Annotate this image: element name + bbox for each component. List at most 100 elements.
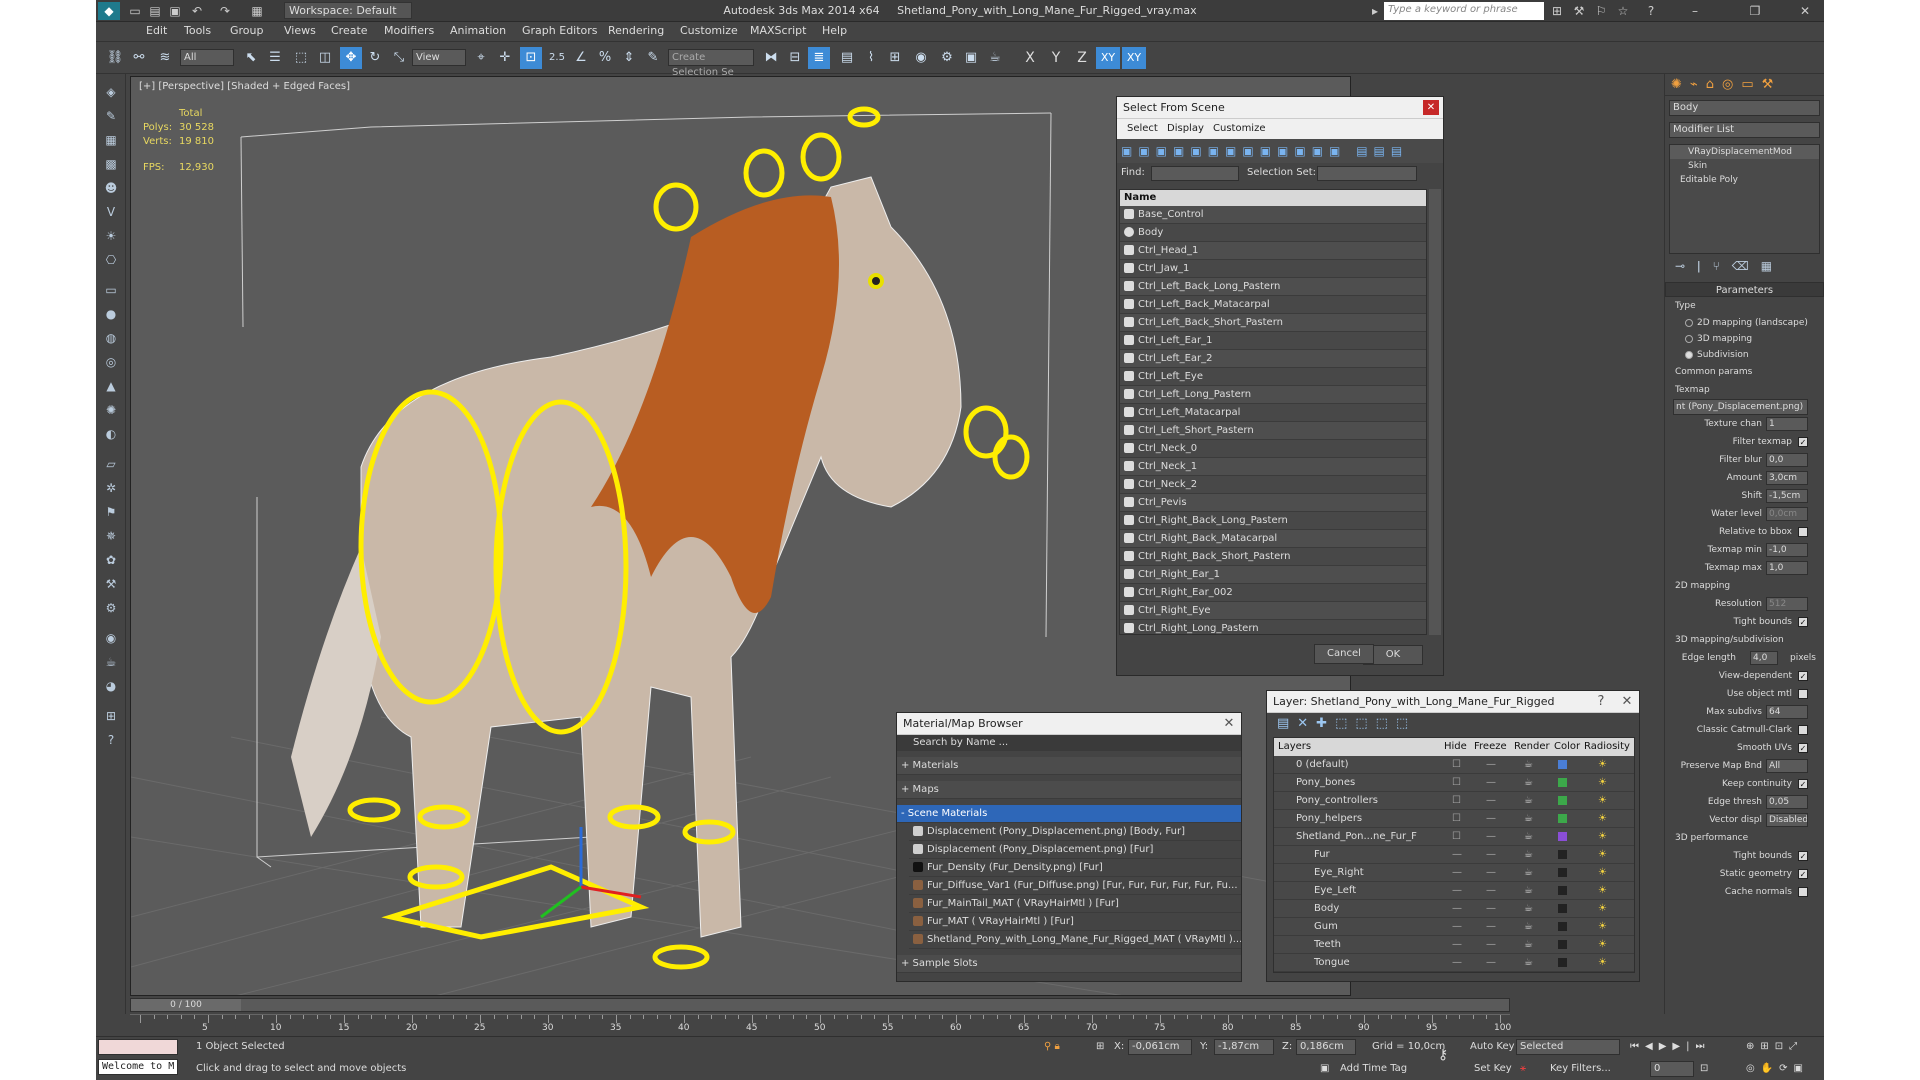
- viewport-nav-controls[interactable]: ⊕⊞⊡⤢: [1746, 1041, 1803, 1052]
- stack-editable-poly[interactable]: Editable Poly: [1670, 173, 1819, 187]
- layer-row[interactable]: Teeth — — ☕ ☀: [1274, 936, 1634, 954]
- scene-object-row[interactable]: Ctrl_Left_Short_Pastern: [1120, 422, 1426, 440]
- hide-toggle-icon[interactable]: —: [1452, 900, 1462, 917]
- scene-object-row[interactable]: Ctrl_Jaw_1: [1120, 260, 1426, 278]
- freeze-toggle-icon[interactable]: —: [1486, 756, 1496, 773]
- group-scene-materials[interactable]: - Scene Materials: [897, 805, 1241, 823]
- view-dependent-checkbox[interactable]: ✓: [1798, 671, 1808, 681]
- sfs-filter-toolbar[interactable]: ▣▣▣▣▣▣▣▣▣▣▣▣▣ ▤▤▤ ⚲⚲⚲: [1117, 139, 1443, 182]
- layer-color-swatch[interactable]: [1558, 868, 1567, 877]
- time-config-icon[interactable]: ⊡: [1700, 1063, 1708, 1074]
- vray-icon[interactable]: V: [101, 202, 121, 222]
- help-circle-icon[interactable]: ?: [101, 730, 121, 750]
- col-render[interactable]: Render: [1514, 738, 1550, 756]
- col-hide[interactable]: Hide: [1444, 738, 1467, 756]
- axis-x-button[interactable]: X: [1018, 47, 1042, 69]
- time-slider[interactable]: 0 / 100: [131, 999, 241, 1011]
- material-editor-icon[interactable]: ◉: [910, 47, 932, 69]
- hide-toggle-icon[interactable]: ☐: [1452, 792, 1461, 809]
- select-scale-icon[interactable]: ⤡: [388, 47, 410, 69]
- filter-blur-input[interactable]: 0,0: [1766, 453, 1808, 467]
- snaps-toggle[interactable]: 2.5: [546, 47, 568, 69]
- edge-thresh-input[interactable]: 0,05: [1766, 795, 1808, 809]
- spinner-snap-icon[interactable]: ⇕: [618, 47, 640, 69]
- scene-object-row[interactable]: Ctrl_Right_Ear_002: [1120, 584, 1426, 602]
- select-manipulate-icon[interactable]: ✛: [494, 47, 516, 69]
- scene-object-row[interactable]: Ctrl_Right_Back_Long_Pastern: [1120, 512, 1426, 530]
- radio-3d[interactable]: [1685, 334, 1693, 343]
- freeze-toggle-icon[interactable]: —: [1486, 792, 1496, 809]
- menu-edit[interactable]: Edit: [146, 24, 167, 37]
- pivot-center-icon[interactable]: ⌖: [470, 47, 492, 69]
- populate-icon[interactable]: ☻: [101, 178, 121, 198]
- menu-create[interactable]: Create: [331, 24, 368, 37]
- timeline-ruler[interactable]: 5 10 15 20 25 30 35 40 45 50 55 60 65 70 75 80 85 90 95 100: [130, 1014, 1511, 1034]
- menu-tools[interactable]: Tools: [184, 24, 211, 37]
- edit-named-sel-icon[interactable]: ✎: [642, 47, 664, 69]
- app-logo-icon[interactable]: ◆: [98, 2, 120, 20]
- current-frame-input[interactable]: 0: [1650, 1061, 1694, 1077]
- redo-icon[interactable]: ↷: [216, 2, 234, 20]
- scene-object-row[interactable]: Ctrl_Neck_1: [1120, 458, 1426, 476]
- scene-object-row[interactable]: Ctrl_Right_Ear_1: [1120, 566, 1426, 584]
- render-toggle-icon[interactable]: ☕: [1524, 828, 1533, 845]
- modifier-list-dropdown[interactable]: Modifier List: [1669, 122, 1820, 138]
- globe-icon[interactable]: ◕: [101, 676, 121, 696]
- sfs-scrollbar[interactable]: [1429, 189, 1441, 635]
- object-paint-icon[interactable]: ▩: [101, 154, 121, 174]
- layer-row[interactable]: Eye_Left — — ☕ ☀: [1274, 882, 1634, 900]
- sfs-column-name[interactable]: Name: [1120, 190, 1426, 206]
- transform-mode-icon[interactable]: ⊞: [1096, 1041, 1104, 1052]
- radiosity-icon[interactable]: ☀: [1598, 882, 1607, 899]
- menu-modifiers[interactable]: Modifiers: [384, 24, 434, 37]
- edge-length-input[interactable]: 4,0: [1750, 651, 1778, 665]
- cache-normals-checkbox[interactable]: [1798, 887, 1808, 897]
- axis-xy-cycle-button[interactable]: XY: [1122, 47, 1146, 69]
- menu-graph-editors[interactable]: Graph Editors: [522, 24, 598, 37]
- modifier-stack[interactable]: VRayDisplacementMod Skin Editable Poly: [1669, 144, 1820, 254]
- menu-views[interactable]: Views: [284, 24, 316, 37]
- freeze-toggle-icon[interactable]: —: [1486, 882, 1496, 899]
- scene-object-row[interactable]: Ctrl_Neck_2: [1120, 476, 1426, 494]
- freeform-icon[interactable]: ✎: [101, 106, 121, 126]
- layer-help-button[interactable]: ?: [1593, 694, 1609, 709]
- hair-icon[interactable]: ✿: [101, 550, 121, 570]
- bones-icon[interactable]: ⚒: [101, 574, 121, 594]
- undo-icon[interactable]: ↶: [188, 2, 206, 20]
- hide-toggle-icon[interactable]: —: [1452, 936, 1462, 953]
- scene-material-row[interactable]: Fur_Density (Fur_Density.png) [Fur]: [909, 859, 1241, 877]
- layer-row[interactable]: Pony_controllers ☐ — ☕ ☀: [1274, 792, 1634, 810]
- scene-object-row[interactable]: Ctrl_Left_Matacarpal: [1120, 404, 1426, 422]
- layer-manager-icon[interactable]: ≣: [808, 47, 830, 69]
- new-file-icon[interactable]: ▭: [126, 2, 144, 20]
- sfs-menu-display[interactable]: Display: [1167, 119, 1204, 139]
- select-by-name-icon[interactable]: ☰: [264, 47, 286, 69]
- lock-selection-icon[interactable]: ⚲ 🔒︎: [1044, 1041, 1060, 1052]
- layer-color-swatch[interactable]: [1558, 760, 1567, 769]
- axis-z-button[interactable]: Z: [1070, 47, 1094, 69]
- relative-bbox-checkbox[interactable]: [1798, 527, 1808, 537]
- render-toggle-icon[interactable]: ☕: [1524, 882, 1533, 899]
- layer-color-swatch[interactable]: [1558, 940, 1567, 949]
- camera-icon[interactable]: ⎔: [101, 250, 121, 270]
- layer-row[interactable]: Pony_helpers ☐ — ☕ ☀: [1274, 810, 1634, 828]
- layer-color-swatch[interactable]: [1558, 904, 1567, 913]
- reference-coord-dropdown[interactable]: View: [412, 49, 466, 66]
- scene-object-row[interactable]: Ctrl_Left_Back_Long_Pastern: [1120, 278, 1426, 296]
- auto-key-button[interactable]: Auto Key: [1470, 1041, 1515, 1052]
- sfs-selection-set-dropdown[interactable]: [1317, 166, 1417, 181]
- playback-controls[interactable]: ⏮◀▶▶|⏭: [1630, 1041, 1710, 1052]
- layer-row[interactable]: Body — — ☕ ☀: [1274, 900, 1634, 918]
- render-toggle-icon[interactable]: ☕: [1524, 810, 1533, 827]
- hide-toggle-icon[interactable]: ☐: [1452, 756, 1461, 773]
- layer-row[interactable]: Shetland_Pon...ne_Fur_F ☐ — ☕ ☀: [1274, 828, 1634, 846]
- favorites-icon[interactable]: ☆: [1614, 2, 1632, 20]
- select-from-scene-close-button[interactable]: ✕: [1423, 100, 1439, 115]
- layer-row[interactable]: Tongue — — ☕ ☀: [1274, 954, 1634, 972]
- radiosity-icon[interactable]: ☀: [1598, 954, 1607, 971]
- sphere-icon[interactable]: ●: [101, 304, 121, 324]
- scene-material-row[interactable]: Displacement (Pony_Displacement.png) [Bo…: [909, 823, 1241, 841]
- radiosity-icon[interactable]: ☀: [1598, 900, 1607, 917]
- layer-color-swatch[interactable]: [1558, 778, 1567, 787]
- sfs-menu-customize[interactable]: Customize: [1213, 119, 1266, 139]
